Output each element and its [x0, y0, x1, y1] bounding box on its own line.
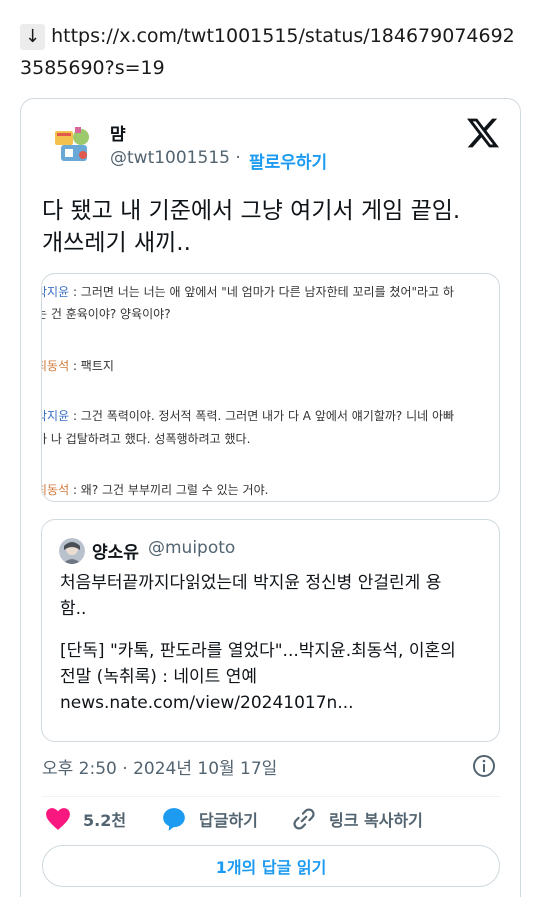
- quoted-text-line: 처음부터끝까지다읽었는데 박지윤 정신병 안걸린게 용: [60, 573, 442, 593]
- transcript-text: : 팩트지: [69, 359, 114, 373]
- reply-label: 답글하기: [199, 811, 258, 830]
- speaker-label: 박지윤: [42, 285, 70, 299]
- follow-button[interactable]: 팔로우하기: [249, 148, 327, 173]
- tweet-image[interactable]: 박지윤 : 그러면 너는 너는 애 앞에서 "네 엄마가 다른 남자한테 꼬리를…: [41, 273, 500, 502]
- quoted-author-avatar[interactable]: [59, 538, 85, 564]
- transcript-text: : 그건 폭력이야. 정서적 폭력. 그러면 내가 다 A 앞에서 얘기할까? …: [69, 409, 455, 423]
- x-logo-icon[interactable]: [467, 117, 499, 149]
- info-icon[interactable]: [472, 754, 496, 778]
- transcript-line: 박지윤 : 그러면 너는 너는 애 앞에서 "네 엄마가 다른 남자한테 꼬리를…: [42, 283, 454, 300]
- quoted-text-line: 함..: [60, 599, 87, 619]
- quoted-text-line: [단독] "카톡, 판도라를 열었다"...박지윤.최동석, 이혼의: [60, 641, 456, 661]
- tweet-text-line1: 다 됐고 내 기준에서 그냥 여기서 게임 끝임.: [42, 198, 461, 224]
- tweet-text: 다 됐고 내 기준에서 그냥 여기서 게임 끝임. 개쓰레기 새끼..: [42, 195, 502, 259]
- divider: [42, 796, 500, 797]
- reply-button[interactable]: 답글하기: [161, 805, 258, 833]
- transcript-line: 최동석 : 왜? 그건 부부끼리 그럴 수 있는 거야.: [42, 481, 269, 498]
- transcript-text: : 왜? 그건 부부끼리 그럴 수 있는 거야.: [69, 483, 269, 497]
- transcript-text: 는 건 훈육이야? 양육이야?: [41, 307, 171, 321]
- quoted-tweet[interactable]: 양소유 @muipoto 처음부터끝까지다읽었는데 박지윤 정신병 안걸린게 용…: [41, 519, 500, 742]
- tweet-timestamp[interactable]: 오후 2:50 · 2024년 10월 17일: [42, 754, 277, 779]
- transcript-line: 최동석 : 팩트지: [42, 357, 114, 374]
- link-icon: [293, 808, 315, 830]
- quoted-author-handle[interactable]: @muipoto: [148, 538, 235, 558]
- heart-icon: [46, 808, 70, 830]
- separator-dot: ·: [235, 148, 241, 168]
- url-text-part2[interactable]: 85690?s=19: [44, 57, 165, 79]
- author-handle[interactable]: @twt1001515 ·: [110, 148, 241, 168]
- transcript-line: 가 나 겁탈하려고 했다. 성폭행하려고 했다.: [41, 430, 251, 447]
- tweet-card[interactable]: 먐 @twt1001515 · 팔로우하기 다 됐고 내 기준에서 그냥 여기서…: [20, 98, 521, 897]
- download-arrow-icon: ↓: [20, 24, 46, 50]
- quoted-text-spacer: [60, 622, 485, 638]
- author-handle-text: @twt1001515: [110, 148, 230, 168]
- author-avatar[interactable]: [53, 123, 95, 165]
- transcript-line: 박지윤 : 그건 폭력이야. 정서적 폭력. 그러면 내가 다 A 앞에서 얘기…: [42, 407, 455, 424]
- copy-link-button[interactable]: 링크 복사하기: [291, 805, 423, 833]
- like-button[interactable]: 5.2천: [45, 805, 126, 833]
- reply-bubble-icon: [163, 808, 185, 831]
- speaker-label: 최동석: [42, 359, 70, 373]
- speaker-label: 박지윤: [42, 409, 70, 423]
- transcript-line: 는 건 훈육이야? 양육이야?: [41, 305, 171, 322]
- read-replies-button[interactable]: 1개의 답글 읽기: [42, 845, 500, 887]
- quoted-author-name[interactable]: 양소유: [92, 538, 139, 563]
- quoted-tweet-text: 처음부터끝까지다읽었는데 박지윤 정신병 안걸린게 용 함.. [단독] "카톡…: [60, 570, 485, 716]
- transcript-text: 가 나 겁탈하려고 했다. 성폭행하려고 했다.: [41, 432, 251, 446]
- like-count: 5.2천: [83, 811, 127, 830]
- tweet-text-line2: 개쓰레기 새끼..: [42, 230, 191, 256]
- shared-url[interactable]: ↓ https://x.com/twt1001515/status/1846790…: [20, 20, 525, 84]
- quoted-text-line: 전말 (녹취록) : 네이트 연예: [60, 667, 258, 687]
- speaker-label: 최동석: [42, 483, 70, 497]
- copy-link-label: 링크 복사하기: [329, 811, 423, 830]
- quoted-link[interactable]: news.nate.com/view/20241017n...: [60, 690, 485, 716]
- transcript-text: : 그러면 너는 너는 애 앞에서 "네 엄마가 다른 남자한테 꼬리를 쳤어"…: [69, 285, 454, 299]
- author-name[interactable]: 먐: [110, 120, 126, 145]
